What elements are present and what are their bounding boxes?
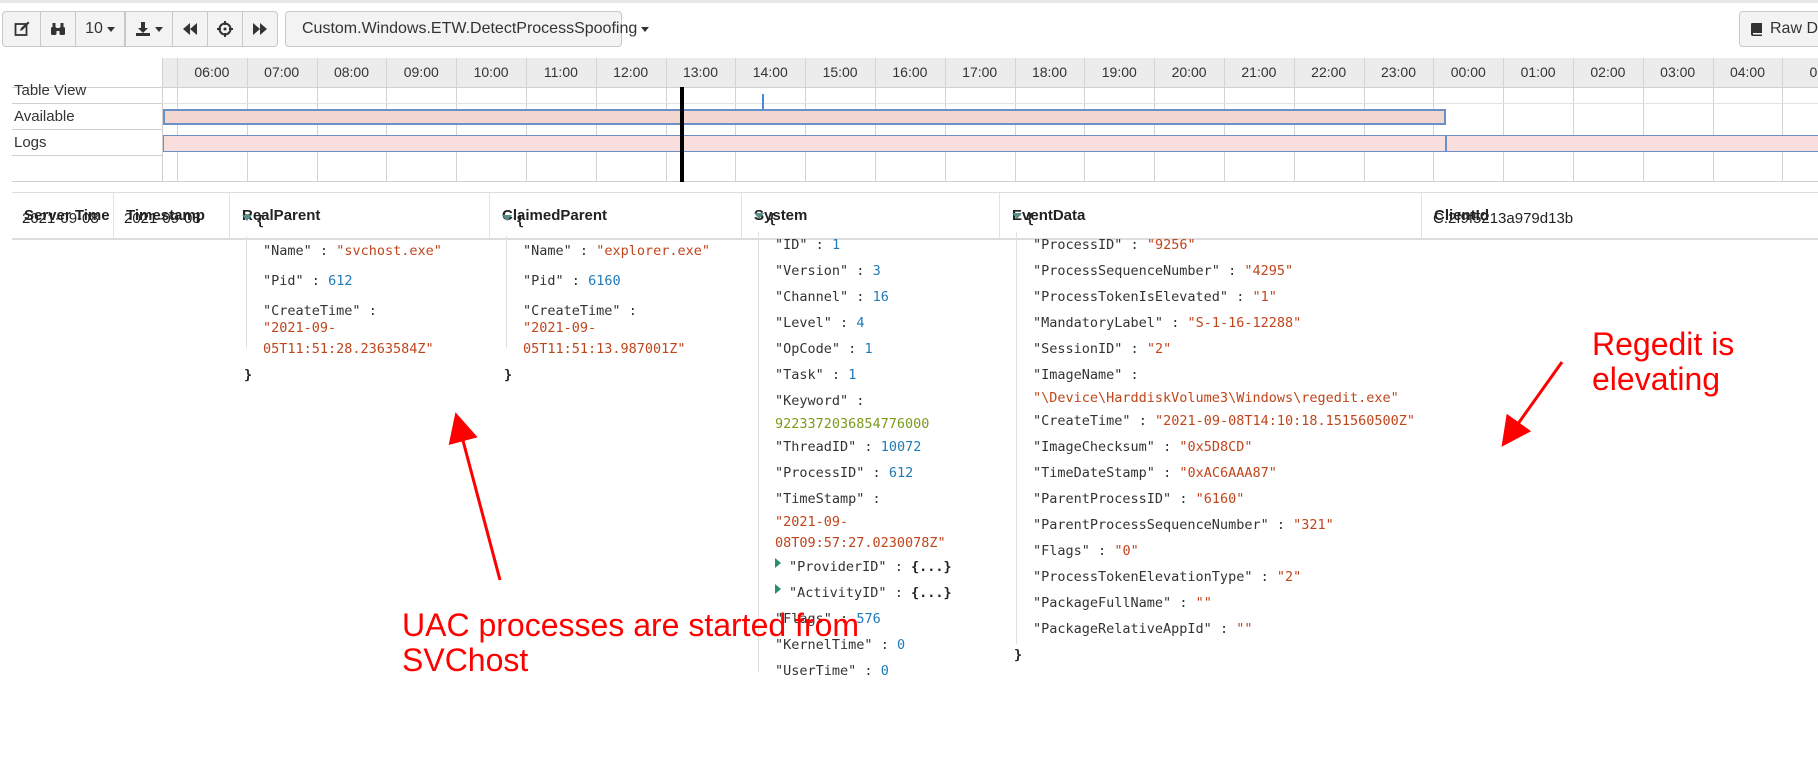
center-button[interactable] <box>207 11 243 47</box>
timeline-divider <box>12 103 162 104</box>
timeline[interactable]: 06:00 07:00 08:00 09:00 10:00 11:00 12:00 13:00… <box>12 58 1818 182</box>
server-time-cell: 2021-09-08 <box>22 210 99 227</box>
timeline-hour-label: 06:00 <box>194 64 230 80</box>
timeline-hour-label: 13:00 <box>682 64 719 80</box>
expand-toggle-icon[interactable] <box>775 558 781 568</box>
available-range-bar[interactable] <box>163 109 1446 125</box>
timeline-cursor[interactable] <box>680 87 684 182</box>
timeline-hour-gridline <box>1642 58 1644 182</box>
collapse-toggle-icon[interactable] <box>1012 213 1022 219</box>
timeline-divider <box>12 87 1818 88</box>
collapse-toggle-icon[interactable] <box>242 215 252 221</box>
timeline-divider <box>12 181 1818 182</box>
timeline-divider <box>12 129 162 130</box>
timeline-hour-label: 02:00 <box>1590 64 1626 80</box>
timeline-hour-label: 18:00 <box>1031 64 1068 80</box>
page-size-value: 10 <box>85 20 103 37</box>
timeline-hour-label: 16:00 <box>892 64 928 80</box>
timeline-hour-label: 10:00 <box>473 64 509 80</box>
timeline-hour-label: 05 <box>1809 64 1818 80</box>
timeline-hour-gridline <box>1503 58 1505 182</box>
raw-data-label: Raw D <box>1770 20 1818 37</box>
claimed-parent-json: { "Name" : "explorer.exe" "Pid" : 6160 "… <box>502 213 710 383</box>
timeline-hour-label: 07:00 <box>264 64 300 80</box>
timeline-hour-label: 21:00 <box>1241 64 1277 80</box>
chevron-down-icon <box>155 26 163 32</box>
timeline-row-available: Available <box>14 108 75 125</box>
timeline-hour-label: 09:00 <box>403 64 439 80</box>
collapse-toggle-icon[interactable] <box>754 213 764 219</box>
real-parent-json: { "Name" : "svchost.exe" "Pid" : 612 "Cr… <box>242 213 442 383</box>
timeline-hour-gridline <box>1712 58 1714 182</box>
fast-forward-icon <box>253 23 267 35</box>
timeline-row-logs: Logs <box>14 134 47 151</box>
toolbar: 10 Custom.Windows.ETW.DetectProcessSpoof… <box>2 11 650 47</box>
book-icon <box>1751 22 1762 36</box>
artifact-name: Custom.Windows.ETW.DetectProcessSpoofing <box>302 20 638 37</box>
logs-range-bar[interactable] <box>163 135 1446 152</box>
raw-data-button[interactable]: Raw D <box>1739 11 1818 47</box>
timeline-hour-gridline <box>1782 58 1784 182</box>
search-button[interactable] <box>40 11 76 47</box>
timeline-hour-label: 15:00 <box>822 64 858 80</box>
chevron-down-icon <box>106 26 115 32</box>
fast-forward-button[interactable] <box>242 11 278 47</box>
logs-range-bar-next[interactable] <box>1446 135 1818 152</box>
crosshair-icon <box>217 21 233 37</box>
top-border <box>0 0 1818 3</box>
timeline-hour-label: 20:00 <box>1171 64 1207 80</box>
timeline-hour-label: 12:00 <box>613 64 649 80</box>
timeline-hour-label: 17:00 <box>962 64 998 80</box>
collapse-toggle-icon[interactable] <box>502 215 512 221</box>
rewind-icon <box>183 23 197 35</box>
edit-button[interactable] <box>2 11 41 47</box>
timeline-hour-label: 00:00 <box>1450 64 1486 80</box>
binoculars-icon <box>51 23 65 35</box>
annotation-uac: UAC processes are started from SVChost <box>402 607 860 678</box>
timeline-hour-label: 11:00 <box>543 64 578 80</box>
timeline-divider <box>12 155 162 156</box>
timeline-row-table-view: Table View <box>14 82 87 99</box>
annotation-regedit: Regedit is elevating <box>1592 326 1735 397</box>
timeline-hour-gridline <box>1573 58 1574 182</box>
client-id-cell[interactable]: C.2f9f5213a979d13b <box>1433 210 1573 227</box>
timeline-hour-label: 08:00 <box>333 64 370 80</box>
event-data-json: { "ProcessID" : "9256" "ProcessSequenceN… <box>1012 211 1416 663</box>
download-icon <box>136 22 150 36</box>
timeline-hour-label: 19:00 <box>1101 64 1137 80</box>
artifact-selector[interactable]: Custom.Windows.ETW.DetectProcessSpoofing <box>285 11 650 47</box>
timeline-hour-label: 01:00 <box>1520 64 1556 80</box>
rewind-button[interactable] <box>172 11 208 47</box>
download-button[interactable] <box>125 11 173 47</box>
page-size-dropdown[interactable]: 10 <box>75 11 125 47</box>
timeline-hour-label: 04:00 <box>1729 64 1766 80</box>
timeline-divider <box>12 103 1818 104</box>
chevron-down-icon <box>641 26 650 32</box>
timeline-hour-label: 14:00 <box>752 64 788 80</box>
timestamp-cell: 2021-09-08 <box>124 210 201 227</box>
expand-toggle-icon[interactable] <box>775 584 781 594</box>
edit-icon <box>14 21 29 36</box>
timeline-hour-label: 23:00 <box>1380 64 1417 80</box>
results-table: Server Time Timestamp RealParent Claimed… <box>12 192 1818 784</box>
timeline-hour-label: 22:00 <box>1311 64 1347 80</box>
timeline-hour-label: 03:00 <box>1660 64 1696 80</box>
